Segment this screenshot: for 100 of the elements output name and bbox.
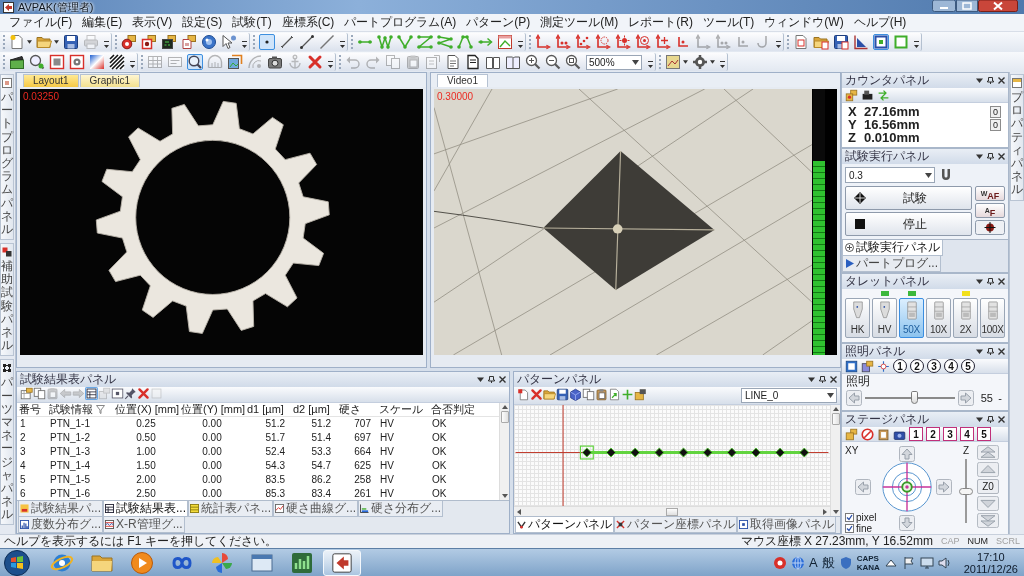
w-pattern-icon[interactable] (377, 34, 393, 50)
close-icon[interactable] (978, 0, 1018, 12)
maximize-icon[interactable] (956, 0, 978, 12)
menu-item[interactable]: ツール(T) (698, 14, 760, 31)
dropdown-arrow-icon[interactable] (632, 59, 639, 65)
toolbar-overflow-icon[interactable] (242, 41, 247, 49)
preset-button[interactable]: 3 (927, 359, 941, 373)
pattern-point[interactable] (606, 447, 616, 458)
paste-icon[interactable] (595, 388, 608, 401)
panel-tab[interactable]: 度数分布グ... (18, 517, 103, 533)
menu-item[interactable]: ヘルプ(H) (848, 14, 912, 31)
column-header[interactable]: d2 [µm] (293, 403, 330, 416)
pattern-point[interactable] (799, 447, 810, 458)
preset-button[interactable]: 4 (960, 427, 974, 441)
caret-icon[interactable] (54, 40, 59, 44)
column-header[interactable]: 位置(Y) [mm] (181, 403, 246, 416)
load-select[interactable]: 0.3 (845, 167, 935, 183)
app-window-icon[interactable] (323, 549, 361, 576)
autofocus-button[interactable]: $^{W}$AF (975, 186, 1005, 201)
turret-button[interactable]: 100X (980, 298, 1005, 338)
axis-ring-icon[interactable] (635, 34, 651, 50)
panel-tab[interactable]: 試験実行パネル (842, 240, 943, 256)
menu-item[interactable]: レポート(R) (623, 14, 698, 31)
pointer-help-icon[interactable] (221, 34, 237, 50)
line-select[interactable]: LINE_0 (741, 388, 837, 403)
axis-points-icon[interactable] (555, 34, 571, 50)
caret-icon[interactable] (683, 60, 688, 64)
toolbar-overflow-icon[interactable] (648, 61, 653, 69)
book-open-icon[interactable] (505, 54, 521, 70)
target-icon[interactable] (975, 220, 1005, 235)
panel-tab[interactable]: 硬さ曲線グ... (273, 501, 359, 517)
pin-icon[interactable] (987, 348, 994, 355)
document-folder-icon[interactable] (181, 34, 197, 50)
layered-squares-icon[interactable] (634, 388, 647, 401)
segment-tool-icon[interactable] (299, 34, 315, 50)
vertical-scrollbar[interactable] (499, 403, 509, 500)
diagonal-line-icon[interactable] (319, 34, 335, 50)
copy-icon[interactable] (582, 388, 595, 401)
stamp-icon[interactable] (861, 88, 874, 102)
pin-icon[interactable] (987, 278, 994, 285)
zoom-out-icon[interactable] (545, 54, 561, 70)
menu-item[interactable]: パターン(P) (461, 14, 536, 31)
axis-burst-icon[interactable] (615, 34, 631, 50)
close-icon[interactable] (830, 376, 837, 383)
magnet-icon[interactable] (941, 169, 951, 181)
ime-indicator[interactable]: 般 (821, 553, 835, 572)
line-chart-icon[interactable] (665, 54, 681, 70)
document-tab[interactable]: Video1 (437, 74, 488, 87)
book-icon[interactable] (485, 54, 501, 70)
column-header[interactable]: 合否判定 (431, 403, 475, 416)
turret-button[interactable]: 10X (926, 298, 951, 338)
line-tool-icon[interactable] (279, 34, 295, 50)
preset-button[interactable]: 1 (909, 427, 923, 441)
panel-tab[interactable]: 取得画像パネル (737, 517, 836, 533)
toolbar-overflow-icon[interactable] (130, 61, 135, 69)
pattern-window-icon[interactable] (497, 34, 513, 50)
media-player-icon[interactable] (130, 550, 154, 575)
scroll-right-icon[interactable] (823, 508, 827, 515)
zoom-select[interactable]: 500% (586, 54, 642, 70)
layered-squares-icon[interactable] (845, 427, 858, 441)
minimize-icon[interactable] (932, 0, 956, 12)
clock-date[interactable]: 2011/12/26 (963, 562, 1018, 575)
monitor-icon[interactable] (919, 555, 934, 570)
dock-tab[interactable]: パートプログラムパネル (0, 74, 14, 241)
clapperboard-icon[interactable] (9, 54, 25, 70)
panel-menu-icon[interactable] (477, 376, 484, 383)
slider-thumb[interactable] (959, 487, 973, 495)
layered-squares-icon[interactable] (845, 88, 858, 102)
bar-chart-icon[interactable] (290, 550, 314, 575)
column-header[interactable]: 硬さ (339, 403, 361, 416)
menu-item[interactable]: ウィンドウ(W) (759, 14, 849, 31)
app-icon[interactable] (3, 1, 14, 13)
column-header[interactable]: 試験情報 (49, 403, 93, 416)
ring-icon[interactable] (772, 555, 787, 570)
panel-tab[interactable]: 試験結果パ... (18, 501, 103, 517)
preset-button[interactable]: 2 (910, 359, 924, 373)
toolbar-overflow-icon[interactable] (104, 41, 109, 49)
column-header[interactable]: スケール (379, 403, 423, 416)
open-folder-icon[interactable] (543, 388, 556, 401)
add-row-icon[interactable] (20, 387, 33, 400)
start-orb-icon[interactable] (4, 549, 30, 576)
page-icon[interactable] (445, 54, 461, 70)
save-document-icon[interactable] (833, 34, 849, 50)
menu-item[interactable]: パートプログラム(A) (339, 14, 462, 31)
document-arrow-icon[interactable] (608, 388, 621, 401)
menu-item[interactable]: 測定ツール(M) (535, 14, 624, 31)
dock-tab[interactable]: プロパティパネル (1010, 74, 1024, 201)
autofocus-button[interactable]: $^{A}$F (975, 203, 1005, 218)
close-icon[interactable] (998, 278, 1005, 285)
speaker-icon[interactable] (937, 555, 952, 570)
toolbar-overflow-icon[interactable] (518, 41, 523, 49)
dropdown-arrow-icon[interactable] (925, 172, 932, 178)
axis-dot-icon[interactable] (675, 34, 691, 50)
panel-menu-icon[interactable] (808, 376, 815, 383)
axis-cross-icon[interactable] (655, 34, 671, 50)
close-icon[interactable] (998, 348, 1005, 355)
pattern-point[interactable] (702, 447, 713, 458)
pattern-point[interactable] (654, 447, 665, 458)
z-pattern-icon[interactable] (417, 34, 433, 50)
action-button[interactable]: 停止 (845, 212, 972, 236)
